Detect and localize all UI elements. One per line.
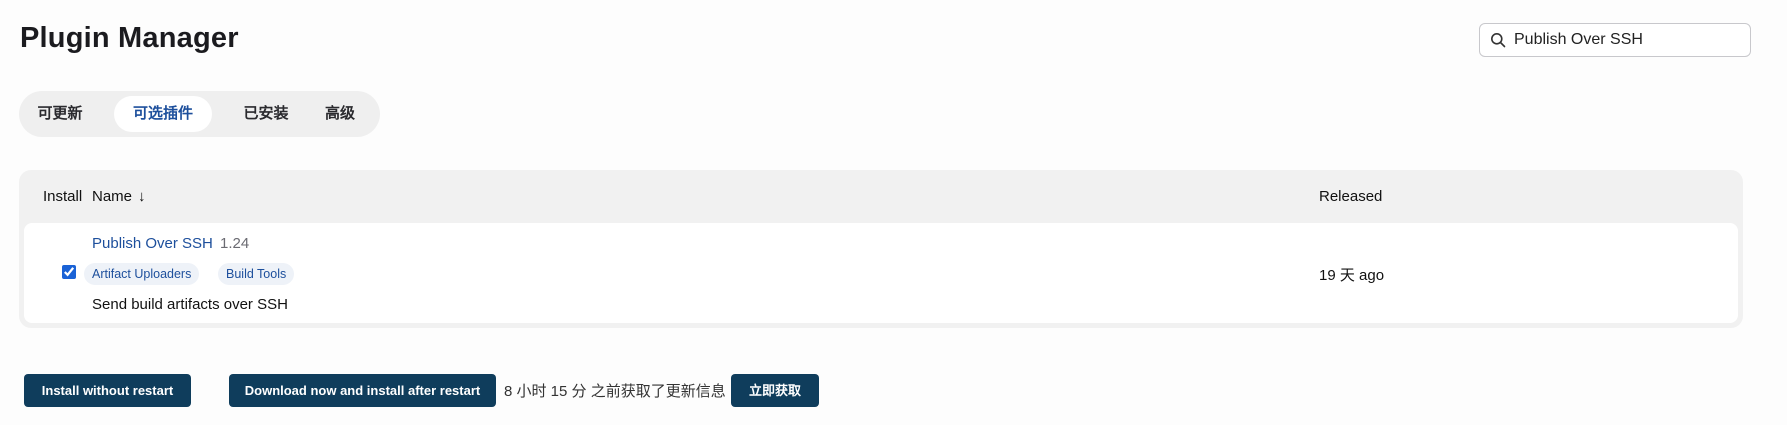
column-header-name-label: Name xyxy=(92,188,133,205)
check-now-button[interactable]: 立即获取 xyxy=(731,374,819,407)
column-header-install: Install xyxy=(43,188,83,205)
tab-bar: 可更新 可选插件 已安装 高级 xyxy=(19,91,380,137)
download-install-after-restart-button[interactable]: Download now and install after restart xyxy=(229,374,496,407)
search-icon xyxy=(1491,33,1506,48)
tab-advanced[interactable]: 高级 xyxy=(309,96,371,132)
tab-installed[interactable]: 已安装 xyxy=(223,96,309,132)
column-header-released: Released xyxy=(1319,188,1383,205)
install-checkbox[interactable] xyxy=(62,265,76,279)
sort-down-icon: ↓ xyxy=(138,188,146,205)
search-input[interactable] xyxy=(1514,31,1734,49)
table-row: Publish Over SSH 1.24 Artifact Uploaders… xyxy=(24,223,1738,323)
tab-available-plugins[interactable]: 可选插件 xyxy=(114,96,212,132)
page-title: Plugin Manager xyxy=(20,22,239,54)
install-without-restart-button[interactable]: Install without restart xyxy=(24,374,191,407)
plugin-name-link[interactable]: Publish Over SSH xyxy=(92,235,213,252)
plugin-version: 1.24 xyxy=(220,235,250,252)
tag-artifact-uploaders[interactable]: Artifact Uploaders xyxy=(84,263,200,285)
plugins-table: Install Name ↓ Released Publish Over SSH … xyxy=(19,170,1743,328)
plugin-search-box[interactable] xyxy=(1479,23,1751,57)
plugin-description: Send build artifacts over SSH xyxy=(92,296,288,313)
update-info-text: 8 小时 15 分 之前获取了更新信息 xyxy=(504,383,726,400)
column-header-name[interactable]: Name ↓ xyxy=(92,188,146,205)
tag-build-tools[interactable]: Build Tools xyxy=(218,263,295,285)
released-date: 19 天 ago xyxy=(1319,267,1385,284)
tab-updates[interactable]: 可更新 xyxy=(19,96,101,132)
